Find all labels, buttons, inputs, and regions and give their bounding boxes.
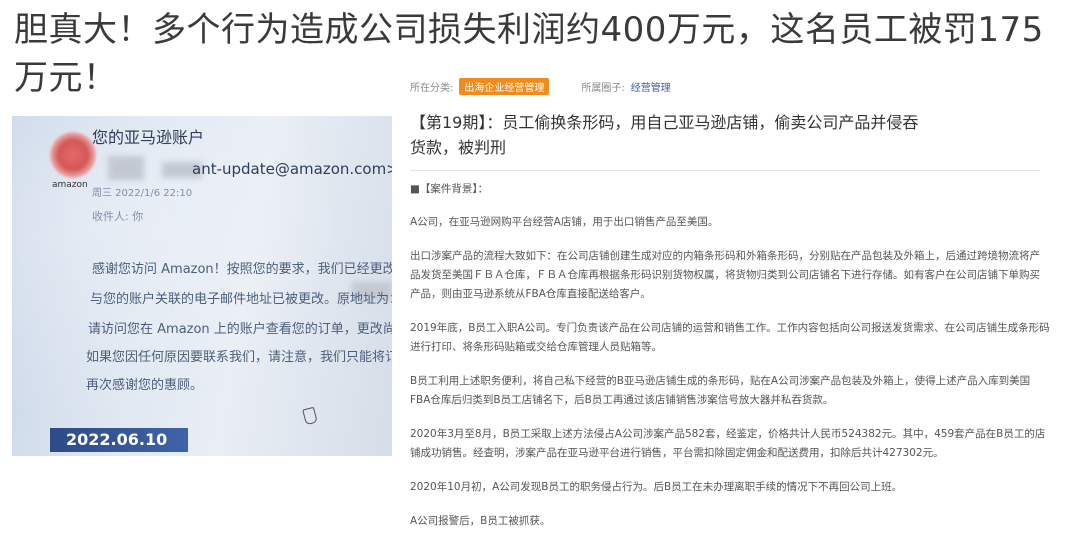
email-body-line: 如果您因任何原因要联系我们，请注意，我们只能将订单信息 xyxy=(86,350,392,365)
blurred-avatar xyxy=(50,132,96,178)
circle-label: 所属圈子: xyxy=(581,83,625,94)
email-body-line: 再次感谢您的惠顾。 xyxy=(86,378,204,393)
article-paragraph: 出口涉案产品的流程大致如下：在公司店铺创建生成对应的内箱条形码和外箱条形码，分别… xyxy=(410,250,1040,300)
email-screenshot-photo: 您的亚马逊账户 ant-update@amazon.com> amazon 周三… xyxy=(12,116,392,456)
case-title: 【第19期】：员工偷换条形码，用自己亚马逊店铺，偷卖公司产品并侵吞货款，被判刑 xyxy=(410,113,919,157)
email-body-line: 请访问您在 Amazon 上的账户查看您的订单，更改尚未进入发 xyxy=(88,322,392,337)
email-recipient: 收件人: 你 xyxy=(92,210,144,223)
divider xyxy=(410,170,1040,171)
date-badge: 2022.06.10 xyxy=(50,428,188,452)
email-body-line: 感谢您访问 Amazon！按照您的要求，我们已经更改了与您的 xyxy=(92,262,392,277)
redaction-blur xyxy=(108,156,144,180)
amazon-logo-text: amazon xyxy=(52,180,88,190)
article-body: ■【案件背景】： A公司，在亚马逊网购平台经营A店铺，用于出口销售产品至美国。 … xyxy=(410,180,1050,546)
category-tag[interactable]: 出海企业经营管理 xyxy=(459,78,550,95)
article-meta: 所在分类: 出海企业经营管理 所属圈子: 经营管理 xyxy=(410,78,671,95)
article-paragraph: A公司，在亚马逊网购平台经营A店铺，用于出口销售产品至美国。 xyxy=(410,216,719,228)
article-paragraph: B员工利用上述职务便利，将自己私下经营的B亚马逊店铺生成的条形码，贴在A公司涉案… xyxy=(410,375,1031,406)
article-paragraph: 2020年10月初，A公司发现B员工的职务侵占行为。后B员工在未办理离职手续的情… xyxy=(410,481,903,493)
email-body-line: 与您的账户关联的电子邮件地址已被更改。原地址为： xyxy=(90,292,392,307)
sender-email: ant-update@amazon.com> xyxy=(192,160,392,178)
article-paragraph: A公司报警后，B员工被抓获。 xyxy=(410,515,551,527)
section-heading: ■【案件背景】： xyxy=(410,183,489,195)
email-subject: 您的亚马逊账户 xyxy=(92,128,205,147)
category-label: 所在分类: xyxy=(410,83,454,94)
email-date: 周三 2022/1/6 22:10 xyxy=(92,188,193,199)
circle-tag[interactable]: 经营管理 xyxy=(631,79,671,94)
article-paragraph: 2019年底，B员工入职A公司。专门负责该产品在公司店铺的运营和销售工作。工作内… xyxy=(410,322,1050,353)
article-paragraph: 2020年3月至8月，B员工采取上述方法侵占A公司涉案产品582套，经鉴定，价格… xyxy=(410,428,1046,459)
